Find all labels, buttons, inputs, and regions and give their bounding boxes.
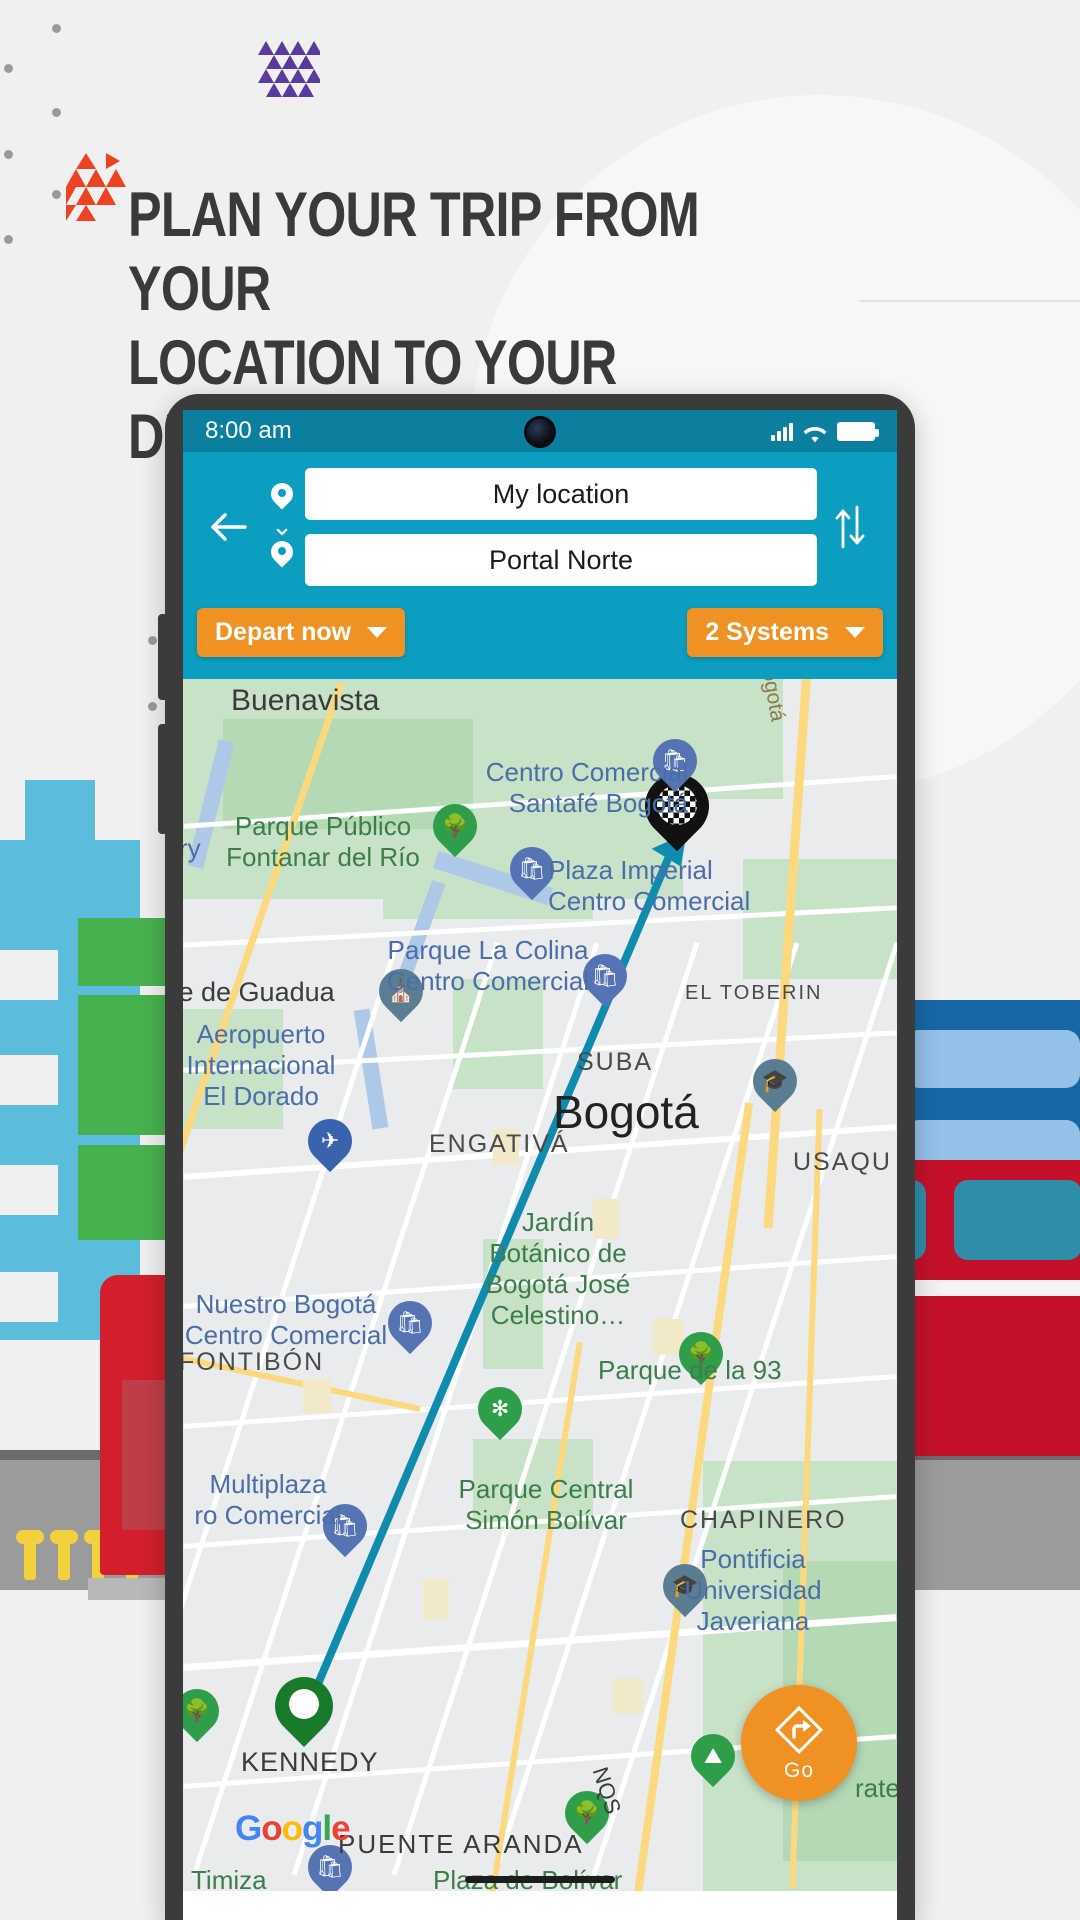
- status-time: 8:00 am: [205, 417, 292, 444]
- map-label: CHAPINERO: [680, 1506, 847, 1534]
- go-button[interactable]: Go: [741, 1685, 857, 1801]
- map-label: Pontificia Universidad Javeriana: [684, 1544, 822, 1636]
- status-bar: 8:00 am: [183, 410, 897, 452]
- map-label: rate: [855, 1773, 897, 1803]
- map-label: Parque La Colina Centro Comercial: [386, 935, 590, 996]
- origin-input-value: My location: [492, 478, 630, 509]
- map-label: Parque Central Simón Bolívar: [458, 1474, 634, 1535]
- map-label: Parque Público Fontanar del Río: [226, 811, 420, 872]
- destination-pin-icon: [271, 541, 293, 571]
- park-marker[interactable]: ⛰: [681, 1724, 745, 1792]
- map-label: ry: [183, 833, 201, 863]
- destination-input[interactable]: Portal Norte: [305, 534, 817, 586]
- google-watermark: Google: [235, 1809, 351, 1848]
- map-label: Timiza: [191, 1865, 267, 1892]
- filter-row: Depart now 2 Systems: [183, 586, 897, 661]
- origin-pin-icon: [271, 483, 293, 513]
- map-label: Multiplaza ro Comercial: [194, 1469, 342, 1530]
- phone-screen: 8:00 am ⌄ My location Portal Norte Depar…: [183, 410, 897, 1920]
- map-label: EL TOBERIN: [685, 982, 823, 1004]
- phone-side-button-volume: [158, 614, 167, 700]
- bollard: [50, 1530, 78, 1580]
- depart-time-label: Depart now: [215, 618, 352, 646]
- battery-icon: [837, 421, 879, 441]
- bollard: [16, 1530, 44, 1580]
- route-pins: ⌄: [259, 483, 305, 571]
- map-label: Jardín Botánico de Bogotá José Celestino…: [485, 1207, 631, 1330]
- signal-bars-icon: [771, 421, 793, 441]
- map-label: KENNEDY: [241, 1747, 379, 1777]
- map-label: FONTIBÓN: [183, 1348, 325, 1376]
- park-marker[interactable]: 🌳: [183, 1679, 229, 1747]
- back-arrow-icon[interactable]: [197, 512, 259, 542]
- map-label: Aeropuerto Internacional El Dorado: [186, 1019, 336, 1111]
- purple-triangle-grid-logo: [256, 39, 322, 102]
- chevron-down-icon: [367, 627, 388, 638]
- map-label: Parque de la 93: [598, 1355, 782, 1385]
- origin-input[interactable]: My location: [305, 468, 817, 520]
- airport-marker[interactable]: ✈: [298, 1109, 362, 1177]
- map-label: USAQU: [793, 1148, 892, 1176]
- wifi-icon: [803, 422, 827, 443]
- map-label: ENGATIVÁ: [429, 1130, 570, 1158]
- systems-dropdown[interactable]: 2 Systems: [687, 608, 883, 657]
- red-triangle-grid-logo: [62, 149, 130, 226]
- red-triangle-svg: [66, 153, 126, 221]
- camera-icon: [524, 416, 556, 448]
- route-search-header: ⌄ My location Portal Norte Depart now 2 …: [183, 452, 897, 679]
- map-label: Plaza Imperial Centro Comercial: [548, 855, 751, 916]
- phone-side-button-power: [158, 724, 167, 834]
- map-label: Buenavista: [231, 684, 380, 717]
- map-view[interactable]: 🛍 🌳 🛍 🛍 ⛪ ✈ 🎓 🛍 ✻ 🌳 🛍 🎓 🌳 ⛰ 🌳 🛍 Buenavis…: [183, 679, 897, 1891]
- map-label: te de Guadua: [183, 977, 335, 1007]
- destination-input-value: Portal Norte: [488, 544, 634, 575]
- hairline-right: [860, 300, 1080, 302]
- systems-label: 2 Systems: [705, 618, 829, 646]
- go-button-label: Go: [783, 1759, 814, 1782]
- map-label: SUBA: [577, 1048, 654, 1076]
- phone-mockup: 8:00 am ⌄ My location Portal Norte Depar…: [158, 394, 915, 1920]
- home-indicator: [465, 1876, 615, 1883]
- promo-screenshot: PLAN YOUR TRIP FROM YOUR LOCATION TO YOU…: [0, 0, 1080, 1920]
- map-label: Nuestro Bogotá Centro Comercial: [184, 1289, 388, 1350]
- purple-triangle-svg: [258, 41, 322, 97]
- depart-time-dropdown[interactable]: Depart now: [197, 608, 406, 657]
- turn-right-arrow-icon: [772, 1703, 826, 1757]
- park-marker[interactable]: 🌳: [423, 794, 487, 862]
- map-label: Centro Comercial Santafé Bogotá: [485, 757, 688, 818]
- chevron-down-icon: [845, 627, 865, 638]
- swap-vertical-icon[interactable]: [817, 505, 883, 549]
- current-location-pin[interactable]: [262, 1664, 346, 1753]
- garden-marker[interactable]: ✻: [468, 1377, 532, 1445]
- map-label: PUENTE ARANDA: [338, 1829, 584, 1859]
- map-city-label: Bogotá: [553, 1086, 699, 1138]
- double-chevron-down-icon: ⌄: [271, 511, 293, 541]
- university-marker[interactable]: 🎓: [743, 1049, 807, 1117]
